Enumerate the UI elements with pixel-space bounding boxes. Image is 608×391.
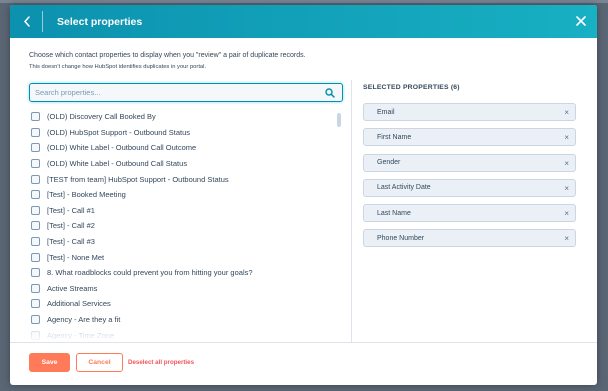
property-label: (OLD) White Label - Outbound Call Outcom… [47,143,197,153]
column-divider [351,80,352,342]
property-item[interactable]: (OLD) White Label - Outbound Call Status [29,156,349,172]
remove-icon[interactable]: × [564,159,569,168]
remove-icon[interactable]: × [564,184,569,193]
property-label: [Test] - Call #2 [47,221,95,231]
property-label: [Test] - Call #3 [47,237,95,247]
property-checkbox[interactable] [31,205,40,215]
chip-label: First Name [377,133,412,141]
cancel-button[interactable]: Cancel [76,353,123,372]
property-checkbox[interactable] [31,252,40,262]
property-item[interactable]: (OLD) Discovery Call Booked By [29,109,349,125]
property-checkbox[interactable] [31,237,40,247]
property-item[interactable]: 8. What roadblocks could prevent you fro… [29,265,349,281]
property-checkbox[interactable] [31,174,40,184]
property-label: (OLD) White Label - Outbound Call Status [47,159,188,169]
chip-label: Email [377,108,395,116]
property-checkbox[interactable] [31,283,40,293]
chip-label: Phone Number [377,234,425,242]
header-divider [42,11,43,32]
selected-property-chip: Email × [363,103,576,121]
chevron-left-icon [23,16,30,27]
description-note: This doesn't change how HubSpot identifi… [29,64,207,70]
save-button[interactable]: Save [29,353,70,372]
property-label: (OLD) HubSpot Support - Outbound Status [47,127,190,137]
property-checkbox[interactable] [31,127,40,137]
select-properties-modal: Select properties Choose which contact p… [10,5,597,385]
property-label: [Test] - None Met [47,252,105,262]
chip-label: Gender [377,159,401,167]
property-item[interactable]: [Test] - Call #2 [29,218,349,234]
property-item[interactable]: (OLD) HubSpot Support - Outbound Status [29,125,349,141]
property-checkbox[interactable] [31,268,40,278]
property-checkbox[interactable] [31,315,40,325]
remove-icon[interactable]: × [564,133,569,142]
property-item[interactable]: Additional Services [29,296,349,312]
property-label: 8. What roadblocks could prevent you fro… [47,268,253,278]
selected-property-chip: Last Name × [363,204,576,223]
backdrop [0,0,608,3]
property-item[interactable]: [TEST from team] HubSpot Support - Outbo… [29,171,349,187]
back-button[interactable] [14,5,40,38]
description-text: Choose which contact properties to displ… [29,52,306,59]
property-item[interactable]: [Test] - Call #1 [29,203,349,219]
modal-header: Select properties [10,5,597,38]
modal-title: Select properties [57,15,143,28]
selected-properties-list: Email × First Name × Gender × Last Activity Da… [363,103,576,255]
property-item[interactable]: [Test] - None Met [29,249,349,265]
property-checkbox[interactable] [31,112,40,122]
close-button[interactable] [574,14,588,28]
property-checkbox[interactable] [31,190,40,200]
search-icon[interactable] [325,88,335,98]
property-label: Agency - Are they a fit [47,315,121,325]
remove-icon[interactable]: × [564,108,569,117]
selected-properties-heading: SELECTED PROPERTIES (6) [363,84,460,91]
selected-property-chip: Phone Number × [363,229,576,248]
property-checkbox[interactable] [31,299,40,309]
property-item[interactable]: [Test] - Call #3 [29,234,349,250]
property-item[interactable]: Agency - Are they a fit [29,312,349,328]
deselect-all-link[interactable]: Deselect all properties [128,359,194,366]
selected-property-chip: Gender × [363,153,576,172]
property-item[interactable]: [Test] - Booked Meeting [29,187,349,203]
chip-label: Last Activity Date [377,184,431,192]
list-scrollbar[interactable] [337,113,341,127]
property-checkbox[interactable] [31,221,40,231]
remove-icon[interactable]: × [564,209,569,218]
property-list[interactable]: (OLD) Discovery Call Booked By (OLD) HubS… [29,109,349,342]
property-checkbox[interactable] [31,159,40,169]
remove-icon[interactable]: × [564,234,569,243]
property-label: [TEST from team] HubSpot Support - Outbo… [47,174,229,184]
property-item[interactable]: (OLD) White Label - Outbound Call Outcom… [29,140,349,156]
chip-label: Last Name [377,209,411,217]
property-label: Active Streams [47,283,98,293]
selected-property-chip: Last Activity Date × [363,178,576,197]
property-label: Additional Services [47,299,111,309]
search-box [29,83,343,102]
property-label: (OLD) Discovery Call Booked By [47,112,156,122]
list-fade [29,327,349,343]
footer-divider [10,342,597,343]
search-input[interactable] [35,88,320,97]
property-label: [Test] - Call #1 [47,205,95,215]
property-item[interactable]: Active Streams [29,281,349,297]
selected-property-chip: First Name × [363,128,576,147]
property-checkbox[interactable] [31,143,40,153]
property-label: [Test] - Booked Meeting [47,190,126,200]
close-icon [576,16,586,26]
